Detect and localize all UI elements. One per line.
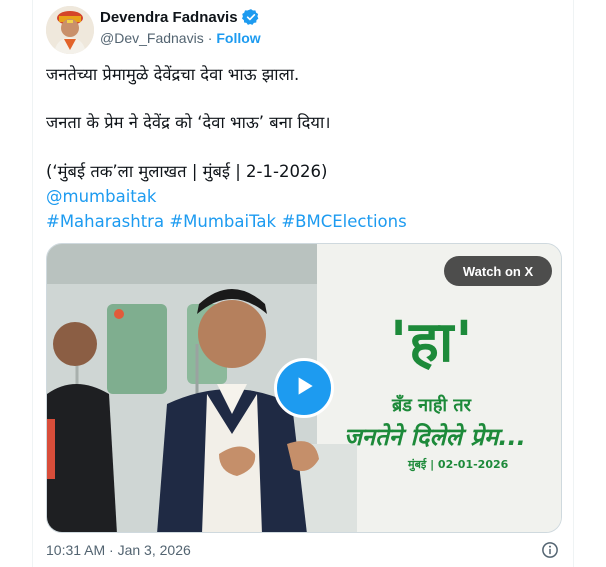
info-icon[interactable] <box>541 541 559 559</box>
play-button[interactable] <box>274 358 334 418</box>
author-handle[interactable]: @Dev_Fadnavis <box>100 30 204 46</box>
verified-badge-icon <box>241 8 260 26</box>
mention-link[interactable]: @mumbaitak <box>46 187 156 206</box>
author-handle-row: @Dev_Fadnavis · Follow <box>100 30 261 46</box>
author-name-row: Devendra Fadnavis <box>100 8 260 26</box>
thumbnail-headline: 'हा' <box>390 310 475 375</box>
tweet-line-marathi: जनतेच्या प्रेमामुळे देवेंद्रचा देवा भाऊ … <box>46 65 300 84</box>
tweet-line-interview: (‘मुंबई तक’ला मुलाखत | मुंबई | 2-1-2026) <box>46 162 328 181</box>
tweet-timestamp[interactable]: 10:31 AM · Jan 3, 2026 <box>46 542 191 558</box>
tweet-line-hindi: जनता के प्रेम ने देवेंद्र को ‘देवा भाऊ’ … <box>46 113 331 132</box>
follow-button[interactable]: Follow <box>216 30 260 46</box>
play-icon <box>291 373 317 404</box>
watch-on-x-button[interactable]: Watch on X <box>444 256 552 286</box>
thumbnail-subline-2: जनतेने दिलेले प्रेम... <box>344 423 526 451</box>
thumbnail-date-caption: मुंबई | 02-01-2026 <box>408 458 509 471</box>
hashtag-maharashtra[interactable]: #Maharashtra <box>46 212 164 231</box>
separator-dot: · <box>207 30 213 46</box>
author-name[interactable]: Devendra Fadnavis <box>100 9 238 26</box>
avatar[interactable] <box>46 6 94 54</box>
hashtag-mumbaitak[interactable]: #MumbaiTak <box>169 212 276 231</box>
thumbnail-subline-1: ब्रँड नाही तर <box>392 395 471 416</box>
hashtag-bmcelections[interactable]: #BMCElections <box>281 212 406 231</box>
